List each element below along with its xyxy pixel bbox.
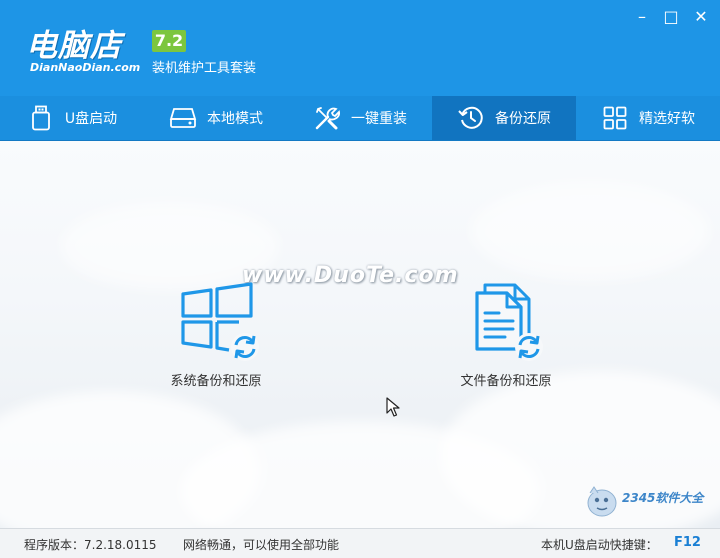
- minimize-button[interactable]: –: [633, 8, 651, 26]
- logo-text: 电脑店: [26, 28, 122, 64]
- file-backup-restore-button[interactable]: 文件备份和还原: [446, 281, 566, 389]
- nav-label: U盘启动: [64, 111, 118, 127]
- tagline: 装机维护工具套装: [152, 61, 257, 76]
- close-button[interactable]: ✕: [692, 8, 710, 26]
- network-status-text: 网络畅通，可以使用全部功能: [183, 538, 340, 552]
- app-window: 电脑店 DianNaoDian.com 7.2 装机维护工具套装 – □ ✕ U…: [0, 0, 720, 558]
- usb-drive-icon: [27, 104, 55, 132]
- program-version-text: 程序版本：7.2.18.0115: [24, 538, 157, 552]
- main-panel: www.DuoTe.com 系统备份和还原 文件备份和还原 2345软件大全: [0, 141, 720, 528]
- windows-sync-icon: [181, 282, 259, 361]
- brand-mark-logo: 2345软件大全: [582, 473, 718, 525]
- feature-label: 系统备份和还原: [170, 374, 262, 389]
- document-sync-icon: [475, 283, 543, 361]
- feature-label: 文件备份和还原: [460, 374, 552, 389]
- version-badge: 7.2: [152, 30, 186, 52]
- cloud-decoration: [470, 181, 710, 281]
- main-nav: U盘启动 本地模式 一键重装 备份还原 精选好软: [0, 96, 720, 141]
- nav-backup-restore[interactable]: 备份还原: [432, 96, 576, 140]
- status-bar: 程序版本：7.2.18.0115 网络畅通，可以使用全部功能 本机U盘启动快捷键…: [0, 528, 720, 558]
- boot-hotkey-value: F12: [674, 535, 701, 550]
- tools-icon: [313, 104, 341, 132]
- nav-one-key-reinstall[interactable]: 一键重装: [288, 96, 432, 140]
- hard-disk-icon: [169, 104, 197, 132]
- nav-label: 本地模式: [207, 111, 263, 127]
- maximize-button[interactable]: □: [662, 8, 680, 26]
- nav-usb-boot[interactable]: U盘启动: [0, 96, 144, 140]
- app-grid-icon: [601, 104, 629, 132]
- nav-label: 备份还原: [495, 111, 551, 127]
- logo-subtitle: DianNaoDian.com: [30, 61, 141, 74]
- mouse-cursor-icon: [386, 397, 400, 417]
- nav-local-mode[interactable]: 本地模式: [144, 96, 288, 140]
- nav-label: 一键重装: [351, 111, 407, 127]
- nav-label: 精选好软: [639, 111, 695, 127]
- boot-hotkey-label: 本机U盘启动快捷键：: [541, 538, 658, 552]
- brand-mark-text: 2345软件大全: [622, 491, 704, 505]
- header: 电脑店 DianNaoDian.com 7.2 装机维护工具套装 – □ ✕: [0, 0, 720, 96]
- system-backup-restore-button[interactable]: 系统备份和还原: [156, 281, 276, 389]
- restore-clock-icon: [457, 104, 485, 132]
- nav-selected-software[interactable]: 精选好软: [576, 96, 720, 140]
